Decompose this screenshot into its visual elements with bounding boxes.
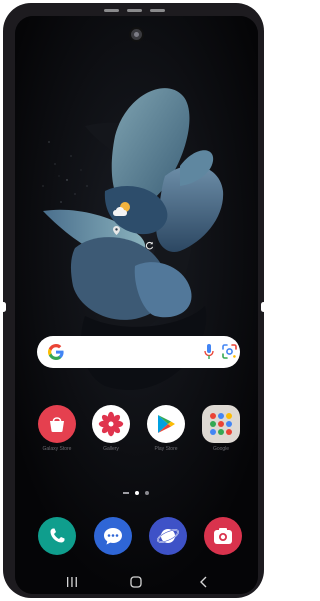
- google-folder-icon: [202, 405, 240, 443]
- app-label: Play Store: [154, 446, 178, 452]
- recents-icon: [67, 577, 77, 587]
- app-label: Gallery: [103, 446, 119, 452]
- page-indicator: [123, 490, 155, 496]
- google-folder[interactable]: Google: [201, 405, 241, 452]
- gallery-icon: [92, 405, 130, 443]
- play-store-app[interactable]: Play Store: [146, 405, 186, 452]
- google-logo-icon: [48, 344, 64, 360]
- hinge-notch-right: [261, 302, 266, 312]
- location-pin-icon: [113, 226, 120, 235]
- google-search-bar[interactable]: [37, 336, 240, 368]
- home-icon: [130, 576, 142, 588]
- app-label: Galaxy Store: [42, 446, 72, 452]
- gallery-app[interactable]: Gallery: [91, 405, 131, 452]
- back-icon: [200, 576, 207, 588]
- phone-app[interactable]: [38, 517, 76, 555]
- wallpaper: [15, 16, 258, 594]
- messages-icon: [104, 528, 122, 545]
- top-edge-mark: [127, 9, 142, 12]
- camera-icon: [214, 528, 232, 544]
- home-screen: Galaxy Store Gallery Play Store Google: [15, 16, 258, 594]
- galaxy-store-icon: [38, 405, 76, 443]
- internet-icon: [157, 529, 179, 543]
- home-button[interactable]: [129, 575, 143, 589]
- hinge-notch-left: [1, 302, 6, 312]
- galaxy-store-app[interactable]: Galaxy Store: [37, 405, 77, 452]
- camera-app[interactable]: [204, 517, 242, 555]
- refresh-icon[interactable]: [145, 241, 154, 250]
- messages-app[interactable]: [94, 517, 132, 555]
- app-label: Google: [212, 446, 230, 452]
- play-store-icon: [147, 405, 185, 443]
- front-camera: [129, 27, 144, 42]
- home-page-dash: [123, 492, 129, 494]
- google-lens-icon[interactable]: [221, 343, 238, 360]
- internet-app[interactable]: [149, 517, 187, 555]
- phone-frame: Galaxy Store Gallery Play Store Google: [1, 3, 266, 598]
- top-edge-mark: [104, 9, 119, 12]
- page-dot-active: [135, 491, 139, 495]
- weather-partly-cloudy-icon[interactable]: [111, 200, 133, 218]
- phone-icon: [50, 528, 65, 543]
- recents-button[interactable]: [65, 575, 79, 589]
- top-edge-mark: [150, 9, 165, 12]
- voice-search-mic-icon[interactable]: [204, 344, 214, 360]
- back-button[interactable]: [197, 575, 211, 589]
- navigation-bar: [15, 575, 258, 589]
- page-dot: [145, 491, 149, 495]
